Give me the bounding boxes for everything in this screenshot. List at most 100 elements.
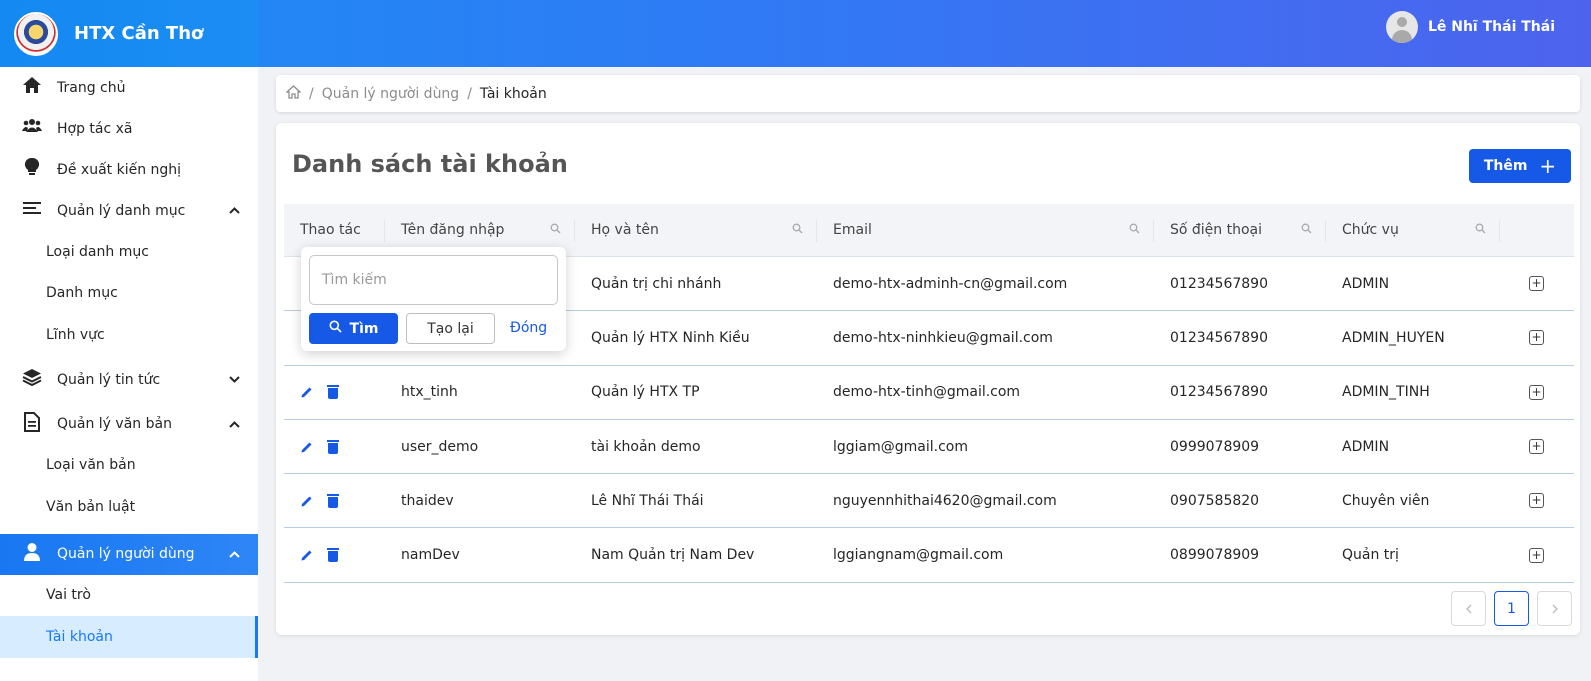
expand-row-icon[interactable]: + xyxy=(1529,384,1544,400)
sidebar-item-category-types[interactable]: Loại danh mục xyxy=(0,231,258,273)
cell-username: user_demo xyxy=(401,438,479,455)
table-row: namDev Nam Quản trị Nam Dev lggiangnam@g… xyxy=(284,528,1574,583)
cell-fullname: Nam Quản trị Nam Dev xyxy=(591,547,755,564)
delete-icon[interactable] xyxy=(327,439,339,454)
sidebar-item-document-management[interactable]: Quản lý văn bản xyxy=(0,404,258,445)
search-icon[interactable] xyxy=(1129,223,1140,237)
sidebar-item-accounts[interactable]: Tài khoản xyxy=(0,616,258,658)
delete-icon[interactable] xyxy=(327,548,339,563)
expand-row-icon[interactable]: + xyxy=(1529,330,1544,346)
sidebar-item-cooperatives[interactable]: Hợp tác xã xyxy=(0,108,258,149)
delete-icon[interactable] xyxy=(327,385,339,400)
column-header-role: Chức vụ xyxy=(1326,204,1500,256)
avatar xyxy=(1385,11,1418,43)
chevron-up-icon xyxy=(229,548,240,561)
search-input[interactable]: Tìm kiếm xyxy=(309,255,558,305)
prev-page-button[interactable] xyxy=(1451,591,1486,626)
delete-icon[interactable] xyxy=(327,493,339,508)
search-icon[interactable] xyxy=(1301,223,1312,237)
next-page-button[interactable] xyxy=(1537,591,1572,626)
sidebar-item-label: Quản lý tin tức xyxy=(57,371,161,388)
page-button[interactable]: 1 xyxy=(1494,591,1529,626)
brand[interactable]: HTX Cần Thơ xyxy=(0,0,258,67)
reset-button[interactable]: Tạo lại xyxy=(406,313,495,344)
edit-icon[interactable] xyxy=(300,440,314,454)
cell-fullname: Quản lý HTX Ninh Kiều xyxy=(591,329,750,346)
sidebar-item-label: Lĩnh vực xyxy=(46,326,105,343)
close-link[interactable]: Đóng xyxy=(510,320,547,336)
sidebar-item-roles[interactable]: Vai trò xyxy=(0,575,258,617)
home-icon xyxy=(21,76,43,99)
row-expand: + xyxy=(1500,384,1574,400)
expand-row-icon[interactable]: + xyxy=(1529,493,1544,509)
row-expand: + xyxy=(1500,439,1574,455)
sidebar-item-label: Quản lý người dùng xyxy=(57,546,195,562)
cell-fullname: Quản lý HTX TP xyxy=(591,384,700,401)
sidebar-item-news-management[interactable]: Quản lý tin tức xyxy=(0,356,258,404)
row-actions xyxy=(284,548,385,563)
search-icon[interactable] xyxy=(550,223,561,237)
cell-phone: 01234567890 xyxy=(1170,329,1268,346)
cell-role: Quản trị xyxy=(1342,547,1399,564)
search-icon[interactable] xyxy=(1475,223,1486,237)
add-button[interactable]: Thêm + xyxy=(1469,149,1571,183)
search-icon[interactable] xyxy=(792,223,803,237)
search-button-label: Tìm xyxy=(349,320,379,337)
table-row: user_demo tài khoản demo lggiam@gmail.co… xyxy=(284,420,1574,475)
cell-email: demo-htx-ninhkieu@gmail.com xyxy=(833,329,1053,346)
expand-row-icon[interactable]: + xyxy=(1529,439,1544,455)
row-actions xyxy=(284,439,385,454)
user-menu[interactable]: Lê Nhĩ Thái Thái xyxy=(1385,11,1555,43)
row-expand: + xyxy=(1500,493,1574,509)
sidebar: Trang chủ Hợp tác xã Đề xuất kiến nghị Q… xyxy=(0,67,258,681)
sidebar-item-proposals[interactable]: Đề xuất kiến nghị xyxy=(0,149,258,190)
sidebar-item-label: Loại danh mục xyxy=(46,243,149,260)
lightbulb-icon xyxy=(21,157,43,182)
top-header: HTX Cần Thơ Lê Nhĩ Thái Thái xyxy=(0,0,1591,67)
cell-phone: 0999078909 xyxy=(1170,438,1260,455)
pagination: 1 xyxy=(1451,591,1572,626)
cell-email: demo-htx-tinh@gmail.com xyxy=(833,384,1021,401)
column-header-label: Chức vụ xyxy=(1342,222,1399,238)
cell-email: nguyennhithai4620@gmail.com xyxy=(833,492,1057,509)
search-icon xyxy=(329,320,342,337)
column-header-expand xyxy=(1500,204,1574,256)
document-icon xyxy=(21,411,43,437)
sidebar-item-label: Quản lý văn bản xyxy=(57,416,172,432)
sidebar-item-user-management[interactable]: Quản lý người dùng xyxy=(0,533,258,575)
sidebar-item-category-management[interactable]: Quản lý danh mục xyxy=(0,190,258,231)
cell-fullname: Quản trị chi nhánh xyxy=(591,275,722,292)
table-row: htx_tinh Quản lý HTX TP demo-htx-tinh@gm… xyxy=(284,366,1574,420)
home-icon[interactable] xyxy=(285,84,302,103)
plus-icon: + xyxy=(1539,154,1557,178)
sidebar-item-legal-documents[interactable]: Văn bản luật xyxy=(0,486,258,528)
edit-icon[interactable] xyxy=(300,548,314,562)
logo xyxy=(14,11,58,56)
sidebar-item-label: Trang chủ xyxy=(57,79,126,96)
breadcrumb-parent[interactable]: Quản lý người dùng xyxy=(322,86,459,102)
table-row: thaidev Lê Nhĩ Thái Thái nguyennhithai46… xyxy=(284,474,1574,529)
cell-role: Chuyên viên xyxy=(1342,492,1430,509)
expand-row-icon[interactable]: + xyxy=(1529,276,1544,292)
menu-icon xyxy=(21,200,43,221)
column-header-label: Tên đăng nhập xyxy=(401,222,505,238)
sidebar-item-label: Đề xuất kiến nghị xyxy=(57,161,182,178)
sidebar-item-document-types[interactable]: Loại văn bản xyxy=(0,445,258,487)
sidebar-item-label: Văn bản luật xyxy=(46,498,136,515)
chevron-down-icon xyxy=(229,373,240,386)
expand-row-icon[interactable]: + xyxy=(1529,547,1544,563)
sidebar-item-categories[interactable]: Danh mục xyxy=(0,273,258,315)
sidebar-item-label: Quản lý danh mục xyxy=(57,202,186,219)
cell-username: namDev xyxy=(401,547,460,564)
cell-role: ADMIN xyxy=(1342,438,1390,455)
cell-phone: 0907585820 xyxy=(1170,492,1260,509)
cell-fullname: Lê Nhĩ Thái Thái xyxy=(591,492,704,509)
edit-icon[interactable] xyxy=(300,494,314,508)
user-name: Lê Nhĩ Thái Thái xyxy=(1427,19,1555,35)
search-button[interactable]: Tìm xyxy=(309,313,398,344)
sidebar-item-fields[interactable]: Lĩnh vực xyxy=(0,314,258,356)
edit-icon[interactable] xyxy=(300,385,314,399)
cell-phone: 0899078909 xyxy=(1170,547,1260,564)
sidebar-item-home[interactable]: Trang chủ xyxy=(0,67,258,108)
add-button-label: Thêm xyxy=(1483,158,1528,174)
